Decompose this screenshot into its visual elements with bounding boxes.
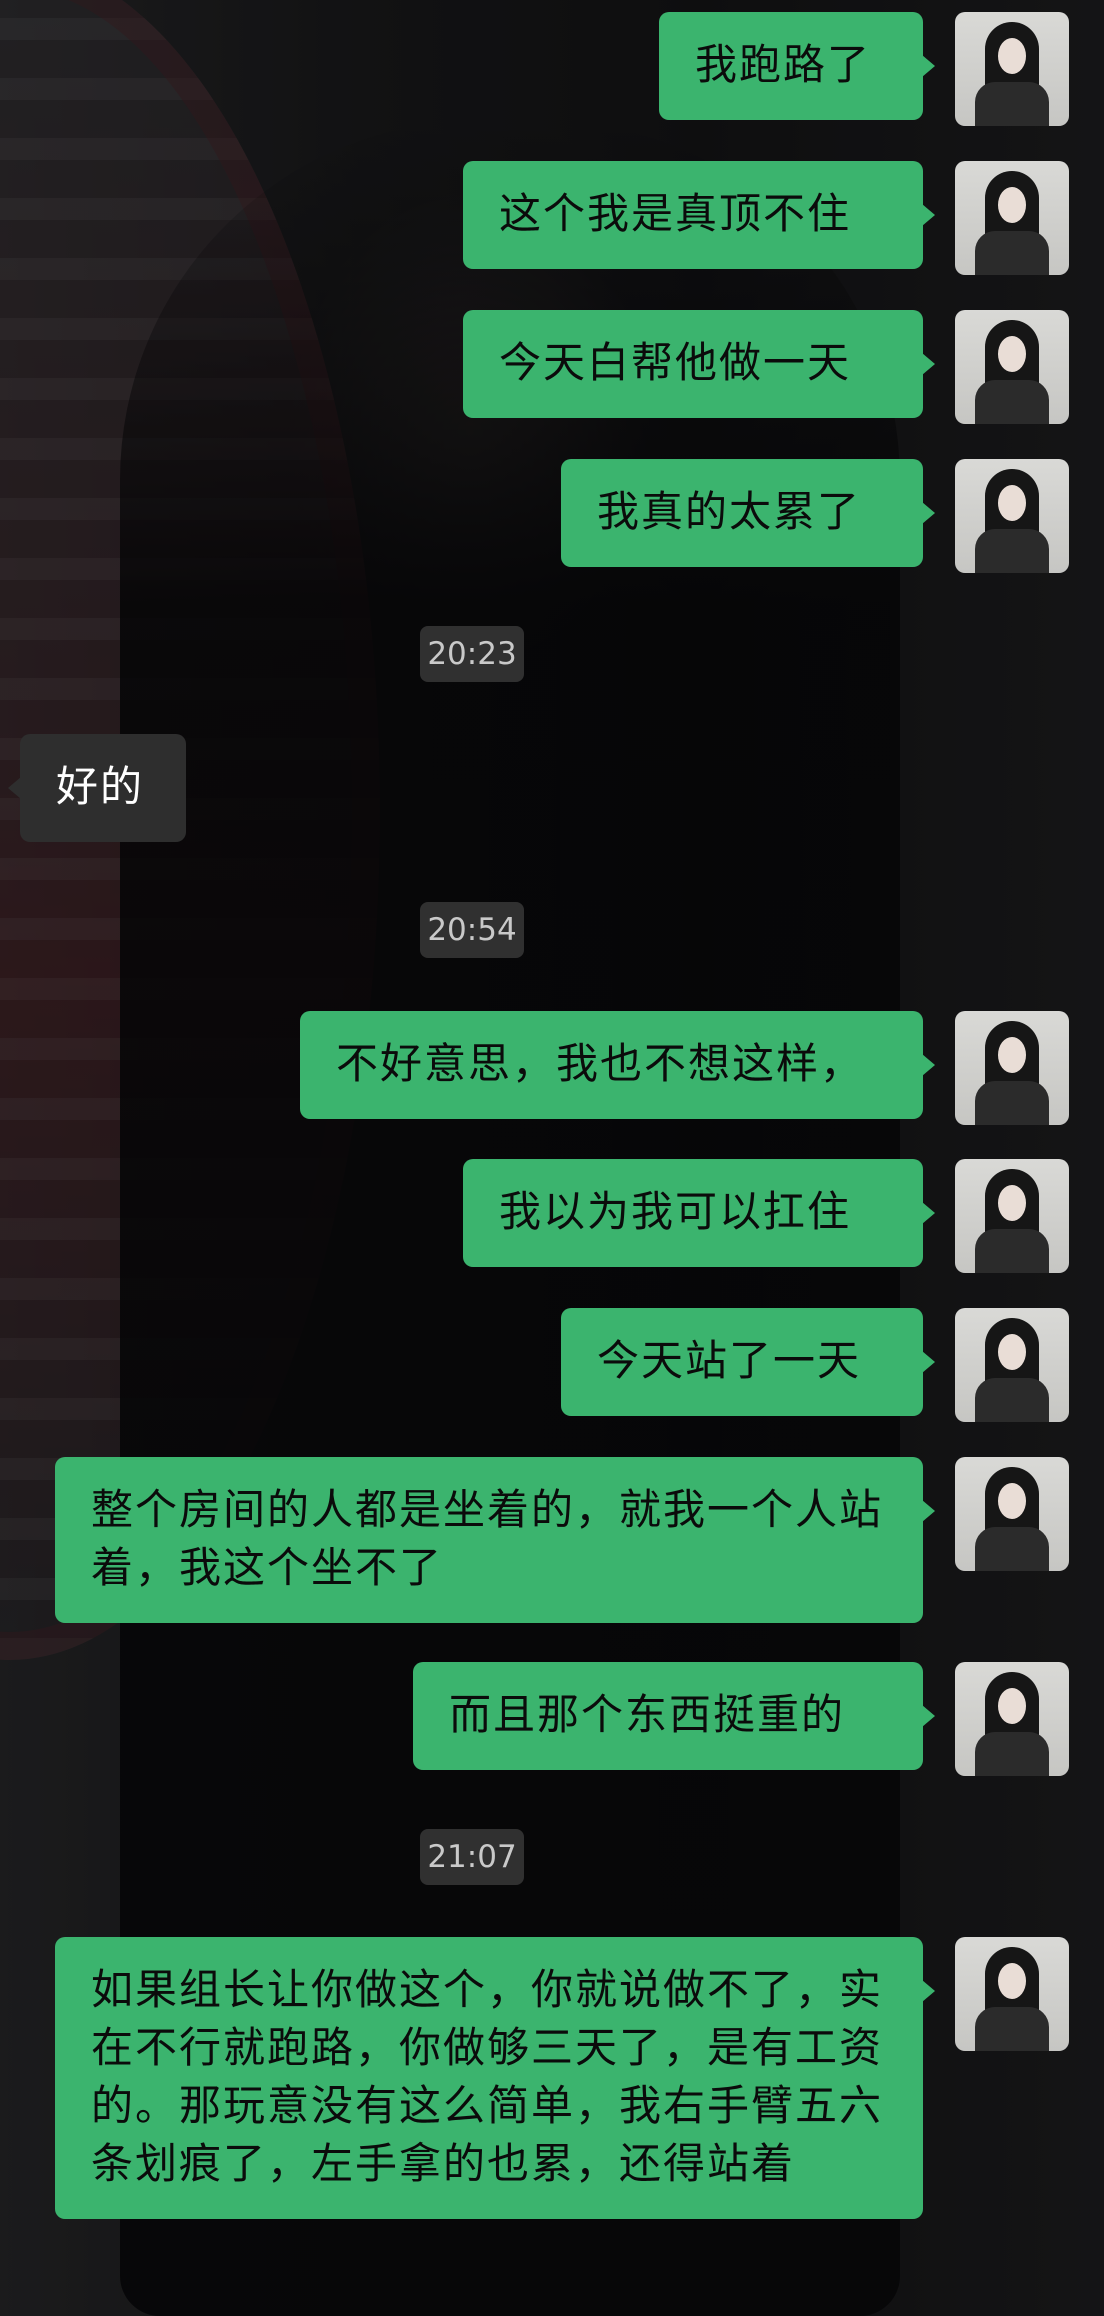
my-avatar[interactable] [955, 1662, 1069, 1776]
message-text: 我真的太累了 [597, 487, 862, 536]
message-text: 这个我是真顶不住 [499, 189, 852, 238]
message-text: 整个房间的人都是坐着的，就我一个人站着，我这个坐不了 [91, 1485, 884, 1592]
message-row: 我跑路了 [0, 12, 1104, 128]
message-text: 今天站了一天 [597, 1336, 862, 1385]
message-text: 而且那个东西挺重的 [449, 1690, 846, 1739]
outgoing-message-bubble[interactable]: 今天白帮他做一天 [463, 310, 935, 418]
message-row: 今天白帮他做一天 [0, 310, 1104, 426]
outgoing-message-bubble[interactable]: 这个我是真顶不住 [463, 161, 935, 269]
my-avatar[interactable] [955, 1457, 1069, 1571]
message-row: 而且那个东西挺重的 [0, 1662, 1104, 1778]
outgoing-message-bubble[interactable]: 如果组长让你做这个，你就说做不了，实在不行就跑路，你做够三天了，是有工资的。那玩… [55, 1937, 935, 2219]
my-avatar[interactable] [955, 1159, 1069, 1273]
outgoing-message-bubble[interactable]: 整个房间的人都是坐着的，就我一个人站着，我这个坐不了 [55, 1457, 935, 1623]
message-text: 不好意思，我也不想这样， [336, 1039, 865, 1088]
my-avatar[interactable] [955, 161, 1069, 275]
outgoing-message-bubble[interactable]: 我真的太累了 [561, 459, 935, 567]
outgoing-message-bubble[interactable]: 而且那个东西挺重的 [413, 1662, 935, 1770]
message-text: 好的 [56, 762, 145, 811]
message-row: 不好意思，我也不想这样， [0, 1011, 1104, 1127]
message-row: 整个房间的人都是坐着的，就我一个人站着，我这个坐不了 [0, 1457, 1104, 1629]
message-text: 今天白帮他做一天 [499, 338, 852, 387]
timestamp-label: 21:07 [420, 1829, 524, 1885]
outgoing-message-bubble[interactable]: 不好意思，我也不想这样， [300, 1011, 935, 1119]
message-list[interactable]: 我跑路了 这个我是真顶不住 今天白帮他做一天 我真的太累了 20:23 好的 2… [0, 0, 1104, 2316]
message-text: 如果组长让你做这个，你就说做不了，实在不行就跑路，你做够三天了，是有工资的。那玩… [91, 1965, 884, 2188]
outgoing-message-bubble[interactable]: 今天站了一天 [561, 1308, 935, 1416]
my-avatar[interactable] [955, 1308, 1069, 1422]
message-row: 我真的太累了 [0, 459, 1104, 575]
message-row: 好的 [0, 734, 1104, 850]
my-avatar[interactable] [955, 310, 1069, 424]
my-avatar[interactable] [955, 1011, 1069, 1125]
my-avatar[interactable] [955, 459, 1069, 573]
message-row: 今天站了一天 [0, 1308, 1104, 1424]
timestamp-label: 20:23 [420, 626, 524, 682]
outgoing-message-bubble[interactable]: 我以为我可以扛住 [463, 1159, 935, 1267]
message-row: 如果组长让你做这个，你就说做不了，实在不行就跑路，你做够三天了，是有工资的。那玩… [0, 1937, 1104, 2299]
incoming-message-bubble[interactable]: 好的 [8, 734, 186, 842]
outgoing-message-bubble[interactable]: 我跑路了 [659, 12, 935, 120]
my-avatar[interactable] [955, 12, 1069, 126]
message-text: 我以为我可以扛住 [499, 1187, 852, 1236]
message-row: 我以为我可以扛住 [0, 1159, 1104, 1275]
message-row: 这个我是真顶不住 [0, 161, 1104, 277]
my-avatar[interactable] [955, 1937, 1069, 2051]
message-text: 我跑路了 [695, 40, 872, 89]
timestamp-label: 20:54 [420, 902, 524, 958]
